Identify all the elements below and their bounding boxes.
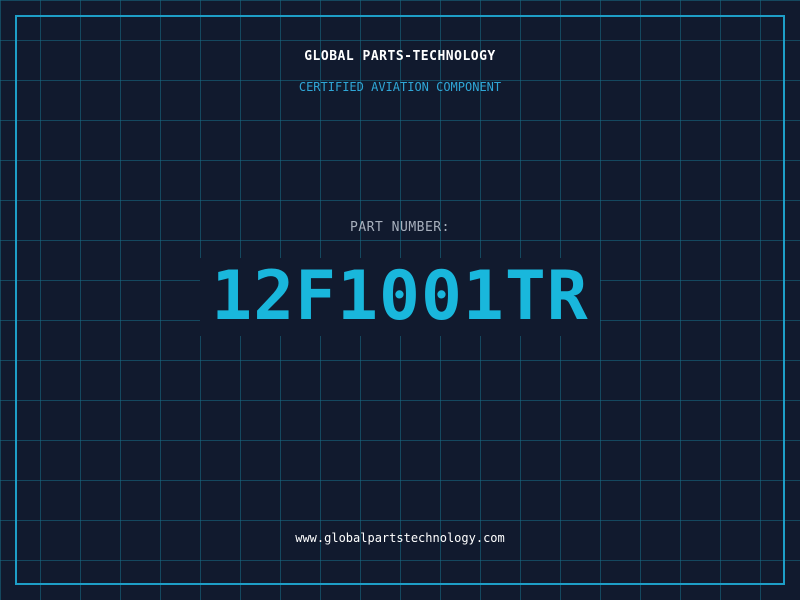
part-number-label: PART NUMBER: (350, 220, 450, 235)
tagline: CERTIFIED AVIATION COMPONENT (298, 80, 502, 94)
website-url: www.globalpartstechnology.com (295, 531, 505, 545)
label-canvas: GLOBAL PARTS-TECHNOLOGY CERTIFIED AVIATI… (0, 0, 800, 600)
part-number-value: 12F1001TR (200, 258, 600, 336)
company-name: GLOBAL PARTS-TECHNOLOGY (304, 49, 496, 64)
